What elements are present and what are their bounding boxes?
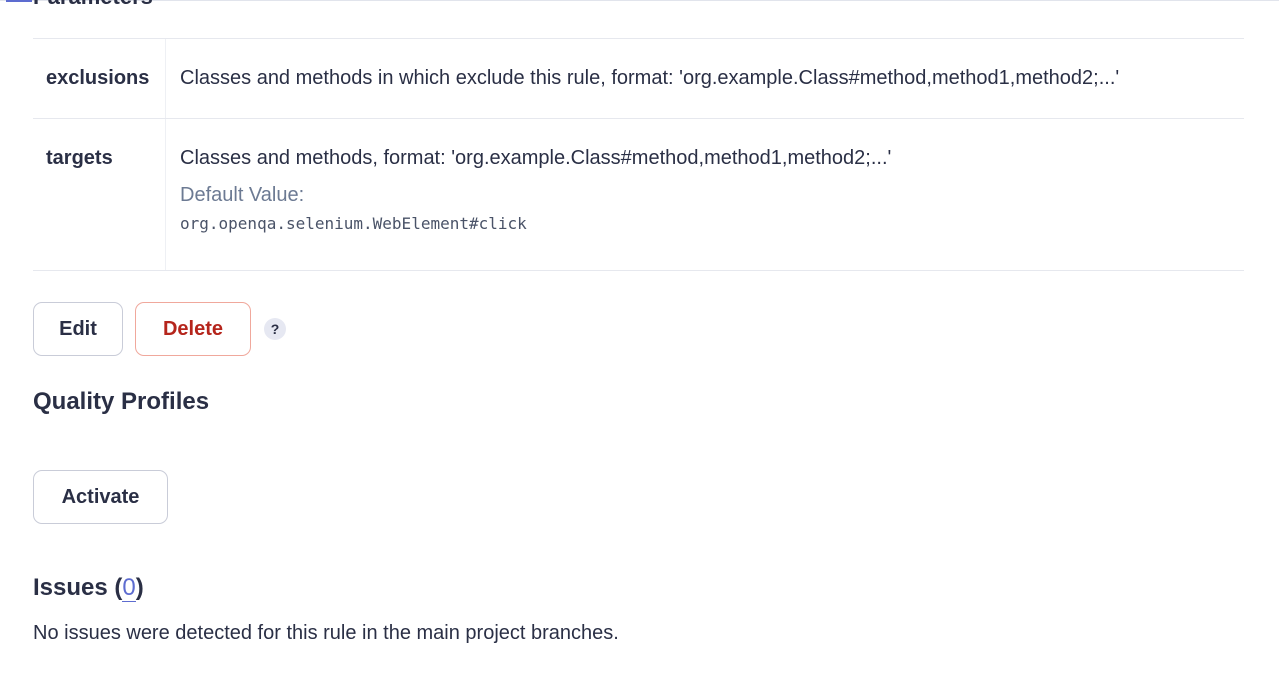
parameter-key: exclusions [33,39,166,118]
edit-button[interactable]: Edit [33,302,123,356]
top-divider [0,0,1279,1]
quality-profiles-heading: Quality Profiles [33,388,210,415]
default-value: org.openqa.selenium.WebElement#click [180,214,527,233]
parameters-heading: Parameters [33,0,153,8]
parameter-description: Classes and methods in which exclude thi… [166,39,1244,118]
parameter-description: Classes and methods, format: 'org.exampl… [166,119,1244,270]
issues-heading: Issues (0) [33,574,144,602]
parameter-key: targets [33,119,166,270]
parameter-description-text: Classes and methods in which exclude thi… [180,67,1120,89]
rule-details-page: Parameters exclusions Classes and method… [0,0,1279,679]
delete-button[interactable]: Delete [135,302,251,356]
issues-heading-suffix: ) [135,574,144,601]
issues-count-link[interactable]: 0 [122,574,136,602]
issues-heading-prefix: Issues ( [33,574,123,601]
issues-empty-message: No issues were detected for this rule in… [33,622,619,644]
parameter-row-exclusions: exclusions Classes and methods in which … [33,38,1244,118]
active-tab-indicator [6,0,32,2]
parameters-table: exclusions Classes and methods in which … [33,38,1244,271]
activate-button[interactable]: Activate [33,470,168,524]
help-icon[interactable]: ? [264,318,286,340]
parameter-row-targets: targets Classes and methods, format: 'or… [33,118,1244,271]
default-value-label: Default Value: [180,184,305,206]
parameter-description-text: Classes and methods, format: 'org.exampl… [180,147,892,169]
